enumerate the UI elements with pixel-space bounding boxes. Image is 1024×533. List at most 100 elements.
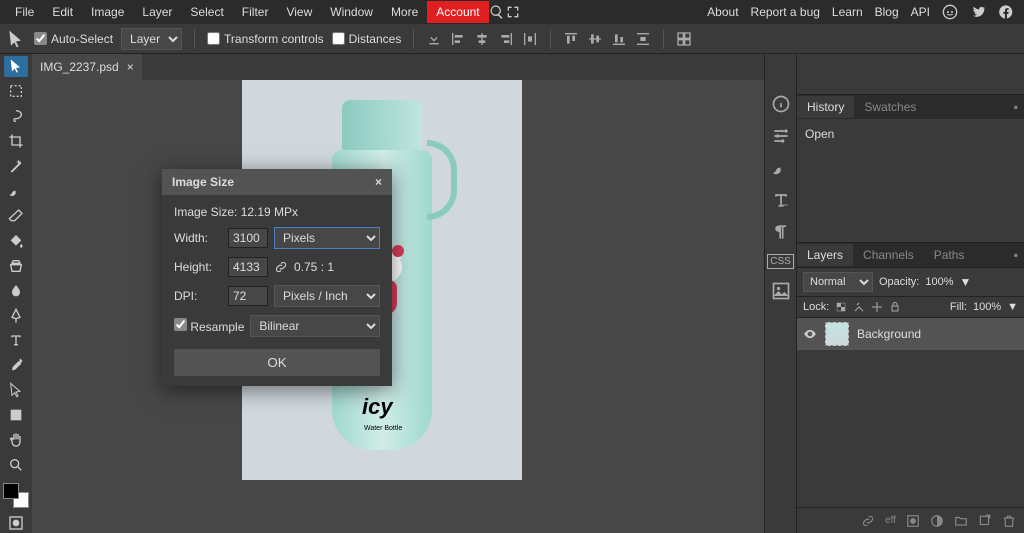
- crop-tool[interactable]: [4, 131, 28, 152]
- link-reportbug[interactable]: Report a bug: [751, 5, 820, 19]
- info-icon[interactable]: [771, 94, 791, 114]
- type-tool[interactable]: [4, 330, 28, 351]
- align-hcenter-icon[interactable]: [474, 31, 490, 47]
- download-icon[interactable]: [426, 31, 442, 47]
- brush-panel-icon[interactable]: [771, 158, 791, 178]
- close-tab-icon[interactable]: ×: [127, 60, 134, 74]
- align-top-icon[interactable]: [563, 31, 579, 47]
- fullscreen-icon[interactable]: [505, 4, 521, 20]
- layer-background[interactable]: Background: [797, 317, 1024, 350]
- lock-all-icon[interactable]: [889, 301, 901, 313]
- ok-button[interactable]: OK: [174, 349, 380, 376]
- menu-file[interactable]: File: [6, 1, 43, 23]
- menu-account[interactable]: Account: [427, 1, 488, 23]
- align-vcenter-icon[interactable]: [587, 31, 603, 47]
- menu-view[interactable]: View: [277, 1, 321, 23]
- link-layers-icon[interactable]: [861, 514, 875, 528]
- menu-image[interactable]: Image: [82, 1, 133, 23]
- css-panel-icon[interactable]: CSS: [767, 254, 794, 269]
- toolbox: [0, 54, 32, 533]
- image-panel-icon[interactable]: [771, 281, 791, 301]
- distribute-v-icon[interactable]: [635, 31, 651, 47]
- visibility-icon[interactable]: [803, 327, 817, 341]
- new-layer-icon[interactable]: [978, 514, 992, 528]
- width-input[interactable]: [228, 228, 268, 248]
- hand-tool[interactable]: [4, 430, 28, 451]
- bucket-tool[interactable]: [4, 230, 28, 251]
- eyedropper-tool[interactable]: [4, 355, 28, 376]
- layers-collapse-icon[interactable]: ▪: [1008, 248, 1024, 262]
- channels-tab[interactable]: Channels: [853, 244, 924, 266]
- character-icon[interactable]: [771, 190, 791, 210]
- search-icon[interactable]: [489, 4, 505, 20]
- resample-check[interactable]: Resample: [174, 318, 244, 334]
- history-collapse-icon[interactable]: ▪: [1008, 100, 1024, 114]
- menu-layer[interactable]: Layer: [133, 1, 181, 23]
- folder-icon[interactable]: [954, 514, 968, 528]
- distances-check[interactable]: Distances: [332, 32, 402, 46]
- marquee-tool[interactable]: [4, 81, 28, 102]
- menu-window[interactable]: Window: [321, 1, 382, 23]
- link-learn[interactable]: Learn: [832, 5, 863, 19]
- opacity-value[interactable]: 100%: [925, 276, 953, 288]
- opacity-dropdown-icon[interactable]: ▼: [960, 275, 972, 289]
- adjustment-icon[interactable]: [930, 514, 944, 528]
- dpi-unit-select[interactable]: Pixels / Inch: [274, 285, 380, 307]
- lock-label: Lock:: [803, 301, 829, 313]
- quickmask-button[interactable]: [4, 512, 28, 533]
- paths-tab[interactable]: Paths: [924, 244, 975, 266]
- layers-tab[interactable]: Layers: [797, 244, 853, 266]
- facebook-icon[interactable]: [998, 4, 1014, 20]
- lock-position-icon[interactable]: [871, 301, 883, 313]
- menu-filter[interactable]: Filter: [233, 1, 278, 23]
- zoom-tool[interactable]: [4, 455, 28, 476]
- reddit-icon[interactable]: [942, 4, 958, 20]
- autoselect-target[interactable]: Layer: [121, 28, 182, 50]
- paragraph-icon[interactable]: [771, 222, 791, 242]
- trash-icon[interactable]: [1002, 514, 1016, 528]
- wand-tool[interactable]: [4, 156, 28, 177]
- distribute-h-icon[interactable]: [522, 31, 538, 47]
- lock-image-icon[interactable]: [853, 301, 865, 313]
- link-icon[interactable]: [274, 260, 288, 274]
- menu-select[interactable]: Select: [181, 1, 232, 23]
- document-tab[interactable]: IMG_2237.psd ×: [32, 54, 142, 80]
- color-swatches[interactable]: [3, 483, 29, 508]
- resample-method-select[interactable]: Bilinear: [250, 315, 380, 337]
- menu-edit[interactable]: Edit: [43, 1, 82, 23]
- align-left-icon[interactable]: [450, 31, 466, 47]
- align-bottom-icon[interactable]: [611, 31, 627, 47]
- history-item-open[interactable]: Open: [805, 123, 1016, 145]
- blend-mode-select[interactable]: Normal: [803, 272, 873, 292]
- swatches-tab[interactable]: Swatches: [854, 96, 926, 118]
- link-about[interactable]: About: [707, 5, 738, 19]
- twitter-icon[interactable]: [970, 4, 986, 20]
- grid-icon[interactable]: [676, 31, 692, 47]
- clone-tool[interactable]: [4, 255, 28, 276]
- eraser-tool[interactable]: [4, 205, 28, 226]
- menu-more[interactable]: More: [382, 1, 427, 23]
- path-select-tool[interactable]: [4, 380, 28, 401]
- height-input[interactable]: [228, 257, 268, 277]
- mask-icon[interactable]: [906, 514, 920, 528]
- move-tool[interactable]: [4, 56, 28, 77]
- pen-tool[interactable]: [4, 305, 28, 326]
- autoselect-check[interactable]: Auto-Select: [34, 32, 113, 46]
- fill-value[interactable]: 100%: [973, 301, 1001, 313]
- brush-tool[interactable]: [4, 181, 28, 202]
- link-blog[interactable]: Blog: [875, 5, 899, 19]
- link-api[interactable]: API: [911, 5, 930, 19]
- blur-tool[interactable]: [4, 280, 28, 301]
- lasso-tool[interactable]: [4, 106, 28, 127]
- history-tab[interactable]: History: [797, 96, 854, 118]
- shape-tool[interactable]: [4, 405, 28, 426]
- lock-transparent-icon[interactable]: [835, 301, 847, 313]
- width-unit-select[interactable]: Pixels: [274, 227, 380, 249]
- fill-dropdown-icon[interactable]: ▼: [1007, 301, 1018, 313]
- dialog-close-icon[interactable]: ×: [375, 175, 382, 189]
- sliders-icon[interactable]: [771, 126, 791, 146]
- align-right-icon[interactable]: [498, 31, 514, 47]
- dpi-input[interactable]: [228, 286, 268, 306]
- effects-icon[interactable]: eff: [885, 515, 896, 526]
- transform-check[interactable]: Transform controls: [207, 32, 324, 46]
